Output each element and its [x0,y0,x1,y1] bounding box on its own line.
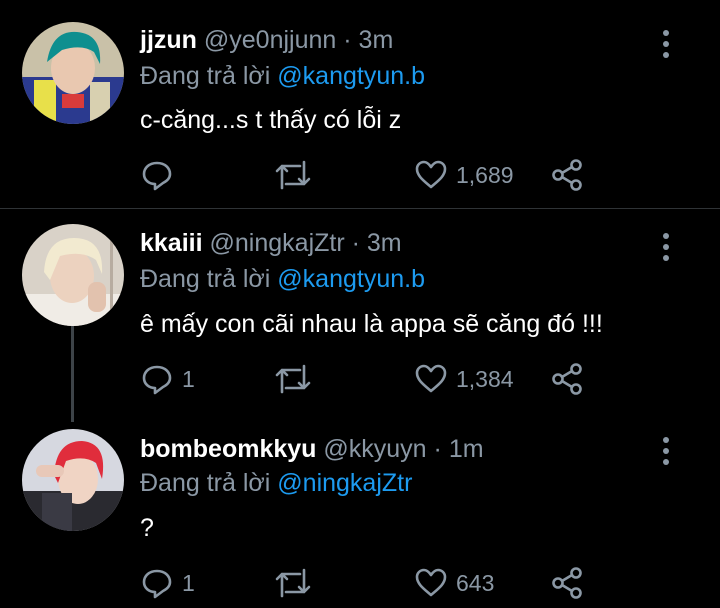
like-button[interactable]: 643 [414,566,494,600]
replying-to-label: Đang trả lời [140,469,278,497]
replying-to: Đang trả lời @kangtyun.b [140,62,425,91]
share-button[interactable] [550,566,584,600]
tweet-text: ê mấy con cãi nhau là appa sẽ căng đó !!… [140,310,603,338]
like-button[interactable]: 1,384 [414,362,514,396]
display-name[interactable]: bombeomkkyu [140,435,316,463]
replying-to-label: Đang trả lời [140,62,278,90]
display-name[interactable]: jjzun [140,26,197,54]
more-options-button[interactable] [656,437,676,465]
timestamp[interactable]: 3m [359,26,394,54]
reply-icon [142,365,172,395]
tweet-text: ? [140,514,154,542]
replying-to-label: Đang trả lời [140,265,278,293]
user-handle[interactable]: @ningkajZtr [210,229,345,257]
share-button[interactable] [550,362,584,396]
reply-icon [142,161,172,191]
separator-dot: · [351,229,360,257]
retweet-button[interactable] [274,566,320,600]
more-options-button[interactable] [656,30,676,58]
user-handle[interactable]: @kkyuyn [323,435,426,463]
replying-to: Đang trả lời @ningkajZtr [140,469,412,498]
tweet-actions: 1,689 [140,158,600,194]
retweet-icon [275,160,311,190]
more-options-button[interactable] [656,233,676,261]
share-icon [552,159,582,191]
retweet-button[interactable] [274,362,320,396]
tweet-actions: 1 1,384 [140,362,600,398]
reply-button[interactable]: 1 [140,566,195,600]
heart-icon [415,568,447,597]
tweet-header: bombeomkkyu @kkyuyn · 1m [140,435,484,464]
like-count: 643 [456,569,495,596]
separator-dot: · [343,26,352,54]
reply-button[interactable]: 1 [140,362,195,396]
user-handle[interactable]: @ye0njjunn [204,26,336,54]
mention-link[interactable]: @kangtyun.b [277,62,425,90]
tweet[interactable]: jjzun @ye0njjunn · 3m Đang trả lời @kang… [0,0,720,208]
more-vertical-icon [663,30,669,36]
retweet-button[interactable] [274,158,320,192]
tweet-actions: 1 643 [140,566,600,602]
reply-button[interactable] [140,158,182,192]
separator-dot: · [433,435,442,463]
retweet-icon [275,364,311,394]
tweet-header: kkaiii @ningkajZtr · 3m [140,229,402,258]
avatar[interactable] [22,429,124,531]
share-button[interactable] [550,158,584,192]
reply-count: 1 [182,365,195,392]
avatar[interactable] [22,22,124,124]
heart-icon [415,160,447,189]
mention-link[interactable]: @kangtyun.b [277,265,425,293]
timestamp[interactable]: 3m [367,229,402,257]
tweet-header: jjzun @ye0njjunn · 3m [140,26,393,55]
share-icon [552,363,582,395]
avatar[interactable] [22,224,124,326]
tweet-text: c-căng...s t thấy có lỗi z [140,106,402,134]
timestamp[interactable]: 1m [449,435,484,463]
replying-to: Đang trả lời @kangtyun.b [140,265,425,294]
tweet[interactable]: bombeomkkyu @kkyuyn · 1m Đang trả lời @n… [0,413,720,608]
reply-count: 1 [182,569,195,596]
heart-icon [415,364,447,393]
reply-icon [142,569,172,599]
tweet[interactable]: kkaiii @ningkajZtr · 3m Đang trả lời @ka… [0,209,720,417]
share-icon [552,567,582,599]
like-count: 1,384 [456,365,514,392]
like-count: 1,689 [456,161,514,188]
retweet-icon [275,568,311,598]
more-vertical-icon [663,233,669,239]
display-name[interactable]: kkaiii [140,229,203,257]
more-vertical-icon [663,437,669,443]
mention-link[interactable]: @ningkajZtr [277,469,412,497]
like-button[interactable]: 1,689 [414,158,514,192]
